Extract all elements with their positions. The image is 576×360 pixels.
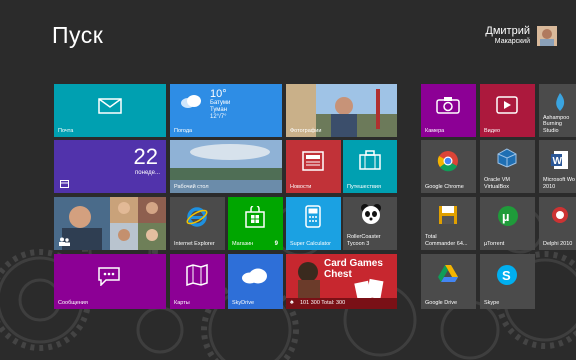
tile-camera[interactable]: Камера <box>421 84 476 137</box>
chat-icon <box>97 266 121 286</box>
panda-icon <box>360 203 382 225</box>
user-surname: Макарский <box>494 38 530 45</box>
skype-icon: S <box>496 264 518 286</box>
weather-city: Батуми <box>210 100 231 106</box>
tile-label: Delphi 2010 <box>543 240 573 247</box>
cardgames-title: Card Games Chest <box>324 258 383 280</box>
play-icon <box>496 96 518 114</box>
page-title: Пуск <box>52 22 104 48</box>
tile-label: Google Drive <box>425 299 458 306</box>
word-icon: W <box>551 150 569 170</box>
tile-label: RollerCoaster Tycoon 3 <box>347 234 381 247</box>
calendar-icon <box>60 180 69 188</box>
utorrent-icon: µ <box>497 205 519 227</box>
tile-label: Internet Explorer <box>174 240 215 247</box>
cube-icon <box>497 148 517 168</box>
tile-label: Погода <box>174 127 193 134</box>
map-icon <box>186 264 208 286</box>
calculator-icon <box>305 205 321 228</box>
tile-rollercoaster[interactable]: RollerCoaster Tycoon 3 <box>343 197 397 250</box>
tile-label: Super Calculator <box>290 240 331 247</box>
tile-label: Почта <box>58 127 74 134</box>
tile-label: Путешествия <box>347 183 381 190</box>
tile-skydrive[interactable]: SkyDrive <box>228 254 283 309</box>
tile-label: Видео <box>484 127 501 134</box>
tile-calendar[interactable]: 22 понеде... <box>54 140 166 193</box>
tile-word[interactable]: W Microsoft Wo 2010 <box>539 140 576 193</box>
gdrive-icon <box>437 264 459 284</box>
tile-desktop[interactable]: Рабочий стол <box>170 140 282 193</box>
tile-delphi[interactable]: Delphi 2010 <box>539 197 576 250</box>
tile-label: SkyDrive <box>232 299 255 306</box>
svg-text:µ: µ <box>502 209 510 224</box>
ie-icon <box>186 206 208 228</box>
tile-ie[interactable]: Internet Explorer <box>170 197 225 250</box>
tile-label: Oracle VM VirtualBox <box>484 177 510 190</box>
tile-mail[interactable]: Почта <box>54 84 166 137</box>
people-collage <box>54 197 166 250</box>
tile-news[interactable]: Новости <box>286 140 341 193</box>
camera-icon <box>436 96 460 114</box>
tile-people[interactable] <box>54 197 166 250</box>
tile-label: µTorrent <box>484 240 505 247</box>
floppy-icon <box>438 205 458 225</box>
skydrive-icon <box>241 268 269 284</box>
tile-label: Skype <box>484 299 500 306</box>
calendar-day: 22 <box>133 144 158 169</box>
weather-condition: Туман <box>210 107 228 113</box>
tile-video[interactable]: Видео <box>480 84 535 137</box>
envelope-icon <box>98 98 122 114</box>
delphi-icon <box>551 205 569 225</box>
tile-weather[interactable]: 10° Батуми Туман 12°/7° Погода <box>170 84 282 137</box>
calendar-weekday: понеде... <box>135 170 160 176</box>
tile-maps[interactable]: Карты <box>170 254 225 309</box>
cardgames-score: 101 300 Total: 300 <box>300 300 346 306</box>
newspaper-icon <box>302 151 324 171</box>
people-icon <box>58 237 70 246</box>
tile-label: Магазин <box>232 240 254 247</box>
tile-utorrent[interactable]: µ µTorrent <box>480 197 535 250</box>
tile-cardgames[interactable]: Card Games Chest ♠ 101 300 Total: 300 <box>286 254 397 309</box>
svg-text:W: W <box>553 156 563 167</box>
suitcase-icon <box>359 150 381 170</box>
flame-icon <box>553 92 567 112</box>
tile-messages[interactable]: Сообщения <box>54 254 166 309</box>
tile-label: Microsoft Wo 2010 <box>543 177 575 190</box>
tile-ashampoo[interactable]: Ashampoo Burning Studio <box>539 84 576 137</box>
tile-label: Ashampoo Burning Studio <box>543 114 570 134</box>
store-update-badge: 9 <box>274 241 278 247</box>
tile-photos[interactable]: Фотографии <box>286 84 397 137</box>
spade-icon: ♠ <box>290 299 294 306</box>
store-icon <box>245 206 265 228</box>
weather-temp: 10° <box>210 88 227 100</box>
tile-label: Фотографии <box>290 127 322 134</box>
tile-label: Сообщения <box>58 299 88 306</box>
tile-skype[interactable]: S Skype <box>480 254 535 309</box>
cloud-icon <box>180 94 202 108</box>
avatar[interactable] <box>537 26 557 46</box>
tile-label: Google Chrome <box>425 183 464 190</box>
tile-calculator[interactable]: Super Calculator <box>286 197 341 250</box>
tile-label: Камера <box>425 127 445 134</box>
tile-label: Новости <box>290 183 312 190</box>
tile-gdrive[interactable]: Google Drive <box>421 254 476 309</box>
tile-chrome[interactable]: Google Chrome <box>421 140 476 193</box>
tile-store[interactable]: Магазин 9 <box>228 197 283 250</box>
tile-virtualbox[interactable]: Oracle VM VirtualBox <box>480 140 535 193</box>
tile-travel[interactable]: Путешествия <box>343 140 397 193</box>
chrome-icon <box>437 150 459 172</box>
weather-range: 12°/7° <box>210 114 227 120</box>
tile-label: Total Commander 64... <box>425 234 468 247</box>
tile-label: Карты <box>174 299 190 306</box>
tile-totalcommander[interactable]: Total Commander 64... <box>421 197 476 250</box>
user-name: Дмитрий <box>485 25 530 37</box>
tile-label: Рабочий стол <box>174 183 209 190</box>
svg-text:S: S <box>502 268 511 283</box>
user-account[interactable]: Дмитрий Макарский <box>485 25 530 47</box>
